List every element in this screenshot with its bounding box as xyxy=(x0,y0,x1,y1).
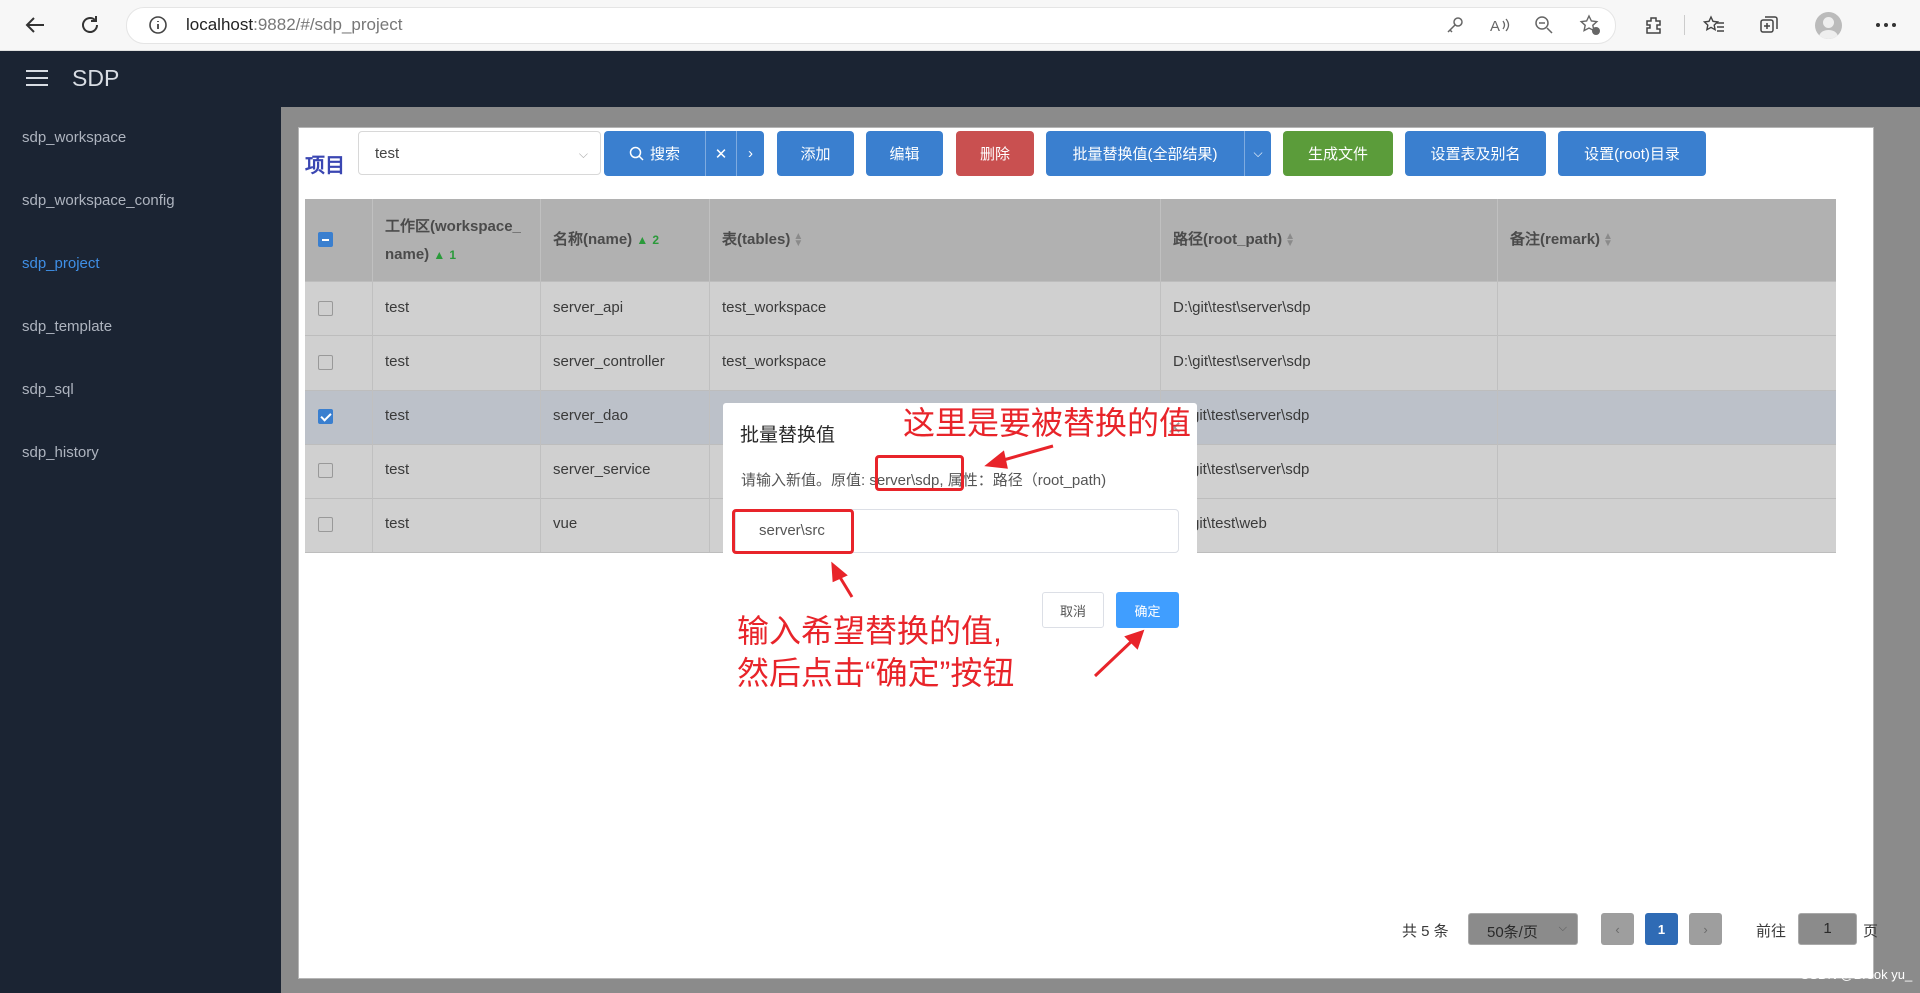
read-aloud-icon[interactable]: A xyxy=(1486,11,1514,39)
table-cell: D:\git\test\server\sdp xyxy=(1173,353,1311,370)
sidebar-item-sdp-sql[interactable]: sdp_sql xyxy=(22,381,74,398)
sort-carets-icon: ▲ ▼ xyxy=(1285,231,1296,250)
old-value-highlight xyxy=(875,455,964,491)
sort-asc-icon: ▲ xyxy=(636,233,649,247)
table-cell: test xyxy=(385,461,410,478)
table-cell: test_workspace xyxy=(722,353,827,370)
table-cell: test xyxy=(385,515,410,532)
edit-button[interactable]: 编辑 xyxy=(866,131,943,176)
table-cell: D:\git\test\server\sdp xyxy=(1173,299,1311,316)
batch-replace-button-group: 批量替换值(全部结果) ⌵ xyxy=(1046,131,1271,176)
search-button[interactable]: 搜索 xyxy=(604,131,705,176)
svg-text:A: A xyxy=(1490,18,1500,35)
table-cell: server_api xyxy=(553,299,624,316)
key-icon[interactable] xyxy=(1441,11,1469,39)
sidebar-item-sdp-history[interactable]: sdp_history xyxy=(22,444,99,461)
page-number-button[interactable]: 1 xyxy=(1645,913,1678,945)
site-info-icon[interactable] xyxy=(148,15,168,38)
clear-search-icon[interactable]: ✕ xyxy=(706,131,736,176)
sort-carets-icon: ▲ ▼ xyxy=(793,231,804,250)
more-menu-icon[interactable] xyxy=(1872,11,1900,39)
select-all-checkbox[interactable] xyxy=(318,232,333,247)
table-cell: git\test\server\sdp xyxy=(1191,407,1310,424)
sort-carets-icon: ▲ ▼ xyxy=(1603,231,1613,250)
table-cell: vue xyxy=(553,515,578,532)
row-checkbox[interactable] xyxy=(318,517,333,532)
favorites-icon[interactable] xyxy=(1700,11,1728,39)
column-header-root-path[interactable]: 路径(root_path) ▲ ▼ xyxy=(1173,226,1295,254)
chevron-down-icon: ⌵ xyxy=(578,147,588,161)
table-cell: test xyxy=(385,407,410,424)
set-root-dir-button[interactable]: 设置(root)目录 xyxy=(1558,131,1706,176)
table-cell: test xyxy=(385,353,410,370)
prev-page-button[interactable]: ‹ xyxy=(1601,913,1634,945)
column-header-tables[interactable]: 表(tables) ▲ ▼ xyxy=(722,226,803,254)
app-header: SDP xyxy=(0,51,1920,107)
row-checkbox[interactable] xyxy=(318,355,333,370)
dialog-title: 批量替换值 xyxy=(740,425,836,446)
app-title: SDP xyxy=(72,65,120,91)
table-cell: git\test\web xyxy=(1191,515,1267,532)
sidebar-item-sdp-workspace[interactable]: sdp_workspace xyxy=(22,129,126,146)
pagination-total: 共 5 条 xyxy=(1402,923,1449,940)
annotation-bottom-line1: 输入希望替换的值, xyxy=(737,613,1002,649)
annotation-bottom-line2: 然后点击“确定”按钮 xyxy=(737,655,1015,691)
refresh-icon[interactable] xyxy=(75,10,105,40)
watermark: CSDN @Brook yu_ xyxy=(1800,967,1913,982)
sidebar-item-sdp-template[interactable]: sdp_template xyxy=(22,318,112,335)
workspace-select[interactable]: test ⌵ xyxy=(358,131,601,175)
search-icon xyxy=(629,146,644,161)
table-cell: server_service xyxy=(553,461,651,478)
page-unit-label: 页 xyxy=(1863,923,1879,940)
menu-toggle-icon[interactable] xyxy=(26,70,48,88)
extensions-icon[interactable] xyxy=(1640,11,1668,39)
table-cell: server_controller xyxy=(553,353,665,370)
collections-icon[interactable] xyxy=(1755,11,1783,39)
page-size-select[interactable]: 50条/页 ⌵ xyxy=(1468,913,1578,945)
row-checkbox[interactable] xyxy=(318,409,333,424)
input-highlight xyxy=(732,509,854,554)
table-cell: git\test\server\sdp xyxy=(1191,461,1310,478)
cancel-button[interactable]: 取消 xyxy=(1042,592,1104,628)
next-page-button[interactable]: › xyxy=(1689,913,1722,945)
add-button[interactable]: 添加 xyxy=(777,131,854,176)
confirm-button[interactable]: 确定 xyxy=(1116,592,1179,628)
back-arrow-icon[interactable] xyxy=(20,10,50,40)
sort-asc-icon: ▲ xyxy=(433,248,446,262)
table-cell: test xyxy=(385,299,410,316)
browser-toolbar: localhost:9882/#/sdp_project A xyxy=(0,0,1920,51)
profile-avatar[interactable] xyxy=(1815,12,1842,39)
chevron-right-icon[interactable]: › xyxy=(737,131,764,176)
column-header-workspace[interactable]: 工作区(workspace_ name) ▲ 1 xyxy=(385,213,521,269)
delete-button[interactable]: 删除 xyxy=(956,131,1034,176)
sidebar: sdp_workspace sdp_workspace_config sdp_p… xyxy=(0,107,281,993)
column-header-name[interactable]: 名称(name) ▲ 2 xyxy=(553,226,659,254)
table-cell: test_workspace xyxy=(722,299,827,316)
annotation-top: 这里是要被替换的值 xyxy=(903,405,1192,441)
table-cell: server_dao xyxy=(553,407,629,424)
column-header-remark[interactable]: 备注(remark) ▲ ▼ xyxy=(1510,226,1613,254)
goto-label: 前往 xyxy=(1756,923,1787,940)
batch-replace-button[interactable]: 批量替换值(全部结果) xyxy=(1046,131,1244,176)
set-table-alias-button[interactable]: 设置表及别名 xyxy=(1405,131,1546,176)
page-title: 项目 xyxy=(305,155,345,177)
search-button-group: 搜索 ✕ › xyxy=(604,131,764,176)
goto-page-input[interactable]: 1 xyxy=(1798,913,1857,945)
row-checkbox[interactable] xyxy=(318,301,333,316)
row-checkbox[interactable] xyxy=(318,463,333,478)
sidebar-item-sdp-workspace-config[interactable]: sdp_workspace_config xyxy=(22,192,175,209)
batch-replace-dropdown-icon[interactable]: ⌵ xyxy=(1245,131,1271,176)
url-text: localhost:9882/#/sdp_project xyxy=(186,15,403,34)
add-favorite-icon[interactable] xyxy=(1576,11,1604,39)
sidebar-item-sdp-project[interactable]: sdp_project xyxy=(22,255,100,272)
toolbar-divider xyxy=(1684,15,1685,35)
zoom-out-icon[interactable] xyxy=(1530,11,1558,39)
chevron-down-icon: ⌵ xyxy=(1558,922,1567,934)
generate-files-button[interactable]: 生成文件 xyxy=(1283,131,1393,176)
